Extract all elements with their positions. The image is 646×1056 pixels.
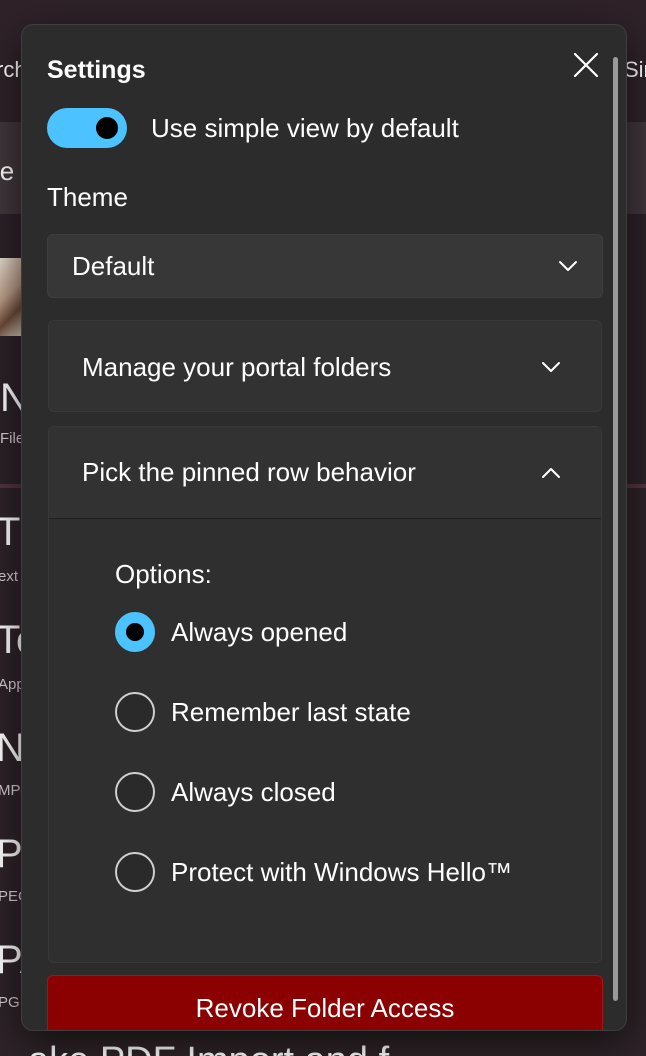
radio-option-windows-hello[interactable]: Protect with Windows Hello™ [115,832,601,912]
bg-text-fragment: le [0,156,15,186]
options-label: Options: [115,559,212,589]
toggle-knob [96,117,118,139]
scrollbar[interactable] [613,57,618,1001]
portal-folders-expander: Manage your portal folders [48,320,602,412]
radio-button[interactable] [115,852,155,892]
simple-view-label: Use simple view by default [151,112,459,143]
chevron-down-icon [541,361,561,373]
theme-label: Theme [47,182,128,212]
bg-text-fragment: Sin [624,57,646,82]
radio-button[interactable] [115,772,155,812]
theme-selected-value: Default [72,250,155,281]
settings-title: Settings [47,56,146,84]
radio-option-remember-last-state[interactable]: Remember last state [115,672,601,752]
pinned-row-options: Options: Always opened Remember last sta… [49,519,601,912]
revoke-folder-access-button[interactable]: Revoke Folder Access [47,975,603,1030]
chevron-up-icon [541,467,561,479]
bg-text-fragment: PG [0,994,20,1011]
radio-label: Protect with Windows Hello™ [171,856,512,887]
radio-option-always-opened[interactable]: Always opened [115,592,601,672]
settings-flyout: Settings Use simple view by default Them… [21,24,627,1031]
radio-group: Always opened Remember last state Always… [115,592,601,912]
bg-thumbnail [0,258,22,336]
radio-button[interactable] [115,612,155,652]
bg-text-fragment: ake PDF Import and f [28,1040,389,1056]
radio-label: Always opened [171,616,348,647]
simple-view-toggle[interactable] [47,108,127,148]
pinned-row-header[interactable]: Pick the pinned row behavior [49,427,601,519]
radio-button[interactable] [115,692,155,732]
pinned-row-expander: Pick the pinned row behavior Options: Al… [48,426,602,963]
portal-folders-header[interactable]: Manage your portal folders [49,321,601,413]
close-icon [573,52,599,78]
pinned-row-title: Pick the pinned row behavior [82,457,416,487]
close-button[interactable] [568,47,604,83]
radio-option-always-closed[interactable]: Always closed [115,752,601,832]
portal-folders-title: Manage your portal folders [82,351,392,382]
chevron-down-icon [558,260,578,272]
bg-text-fragment: ext [0,568,19,585]
simple-view-setting: Use simple view by default [47,108,459,148]
radio-label: Remember last state [171,696,411,727]
radio-label: Always closed [171,776,336,807]
theme-dropdown[interactable]: Default [47,234,603,298]
